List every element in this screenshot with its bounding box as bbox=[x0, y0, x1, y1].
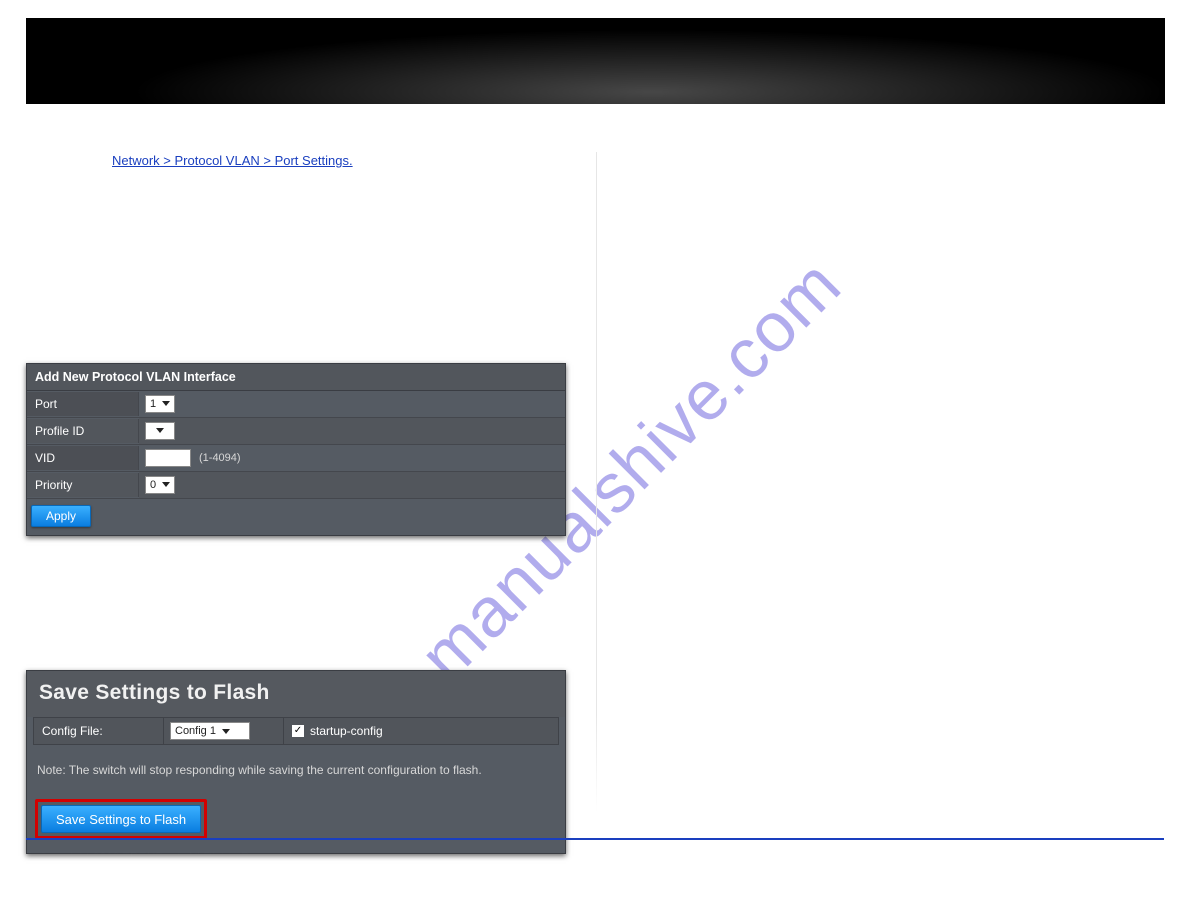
column-divider bbox=[596, 152, 597, 812]
startup-config-label: startup-config bbox=[310, 724, 383, 738]
label-profile-id: Profile ID bbox=[27, 419, 139, 443]
row-priority: Priority 0 bbox=[27, 472, 565, 499]
port-value: 1 bbox=[150, 398, 156, 410]
panel-title: Add New Protocol VLAN Interface bbox=[27, 364, 565, 391]
save-settings-button[interactable]: Save Settings to Flash bbox=[41, 805, 201, 833]
config-file-label: Config File: bbox=[34, 718, 164, 744]
chevron-down-icon bbox=[162, 401, 170, 406]
apply-row: Apply bbox=[27, 499, 565, 535]
startup-config-checkbox[interactable]: ✓ bbox=[292, 725, 304, 737]
footer-page-number: 83 bbox=[1151, 850, 1164, 864]
save-settings-row: Config File: Config 1 ✓ startup-config bbox=[33, 717, 559, 745]
label-port: Port bbox=[27, 392, 139, 416]
bullet-priority: Priority – Click the drop-down list to s… bbox=[26, 327, 596, 345]
bullet-profile: Profile ID – Click the drop-down list an… bbox=[26, 247, 596, 282]
config-file-value: Config 1 bbox=[175, 725, 216, 737]
left-column: 3. Click on the Network > Protocol VLAN … bbox=[26, 152, 596, 854]
save-button-highlight: Save Settings to Flash bbox=[35, 799, 207, 839]
footer: © Copyright 2018 TRENDnet. All Rights Re… bbox=[26, 850, 1164, 864]
priority-select[interactable]: 0 bbox=[145, 476, 175, 494]
step-3-prefix: 3. Click on the bbox=[26, 153, 108, 168]
note-para: Note: This step saves all configuration … bbox=[26, 621, 596, 656]
bullet-vid: VID – Enter the VID of the VLAN to assig… bbox=[26, 296, 596, 314]
row-port: Port 1 bbox=[27, 391, 565, 418]
chevron-down-icon bbox=[162, 482, 170, 487]
footer-copyright: © Copyright 2018 TRENDnet. All Rights Re… bbox=[26, 850, 295, 864]
step-6: 6. Click OK. bbox=[26, 589, 596, 607]
label-vid: VID bbox=[27, 446, 139, 470]
profile-id-select[interactable] bbox=[145, 422, 175, 440]
flash-note: Note: The switch will stop responding wh… bbox=[27, 745, 565, 799]
apply-button[interactable]: Apply bbox=[31, 505, 91, 527]
header-banner bbox=[26, 18, 1165, 104]
bullet-port: Port – Select the port to add the protoc… bbox=[26, 215, 596, 233]
port-select[interactable]: 1 bbox=[145, 395, 175, 413]
vid-input[interactable] bbox=[145, 449, 191, 467]
row-vid: VID (1-4094) bbox=[27, 445, 565, 472]
protocol-vlan-panel: Add New Protocol VLAN Interface Port 1 P… bbox=[26, 363, 566, 536]
chevron-down-icon bbox=[156, 428, 164, 433]
step-5: 5. At the top right of the screen, click… bbox=[26, 558, 596, 576]
step-4: 4. Review the settings. Then click Add t… bbox=[26, 184, 596, 202]
label-priority: Priority bbox=[27, 473, 139, 497]
save-settings-panel: Save Settings to Flash Config File: Conf… bbox=[26, 670, 566, 854]
row-profile-id: Profile ID bbox=[27, 418, 565, 445]
vid-hint: (1-4094) bbox=[199, 452, 241, 464]
config-file-select[interactable]: Config 1 bbox=[170, 722, 250, 740]
footer-rule bbox=[26, 838, 1164, 840]
chevron-down-icon bbox=[222, 729, 230, 734]
priority-value: 0 bbox=[150, 479, 156, 491]
save-settings-title: Save Settings to Flash bbox=[27, 671, 565, 717]
nav-link[interactable]: Network > Protocol VLAN > Port Settings. bbox=[112, 153, 353, 168]
